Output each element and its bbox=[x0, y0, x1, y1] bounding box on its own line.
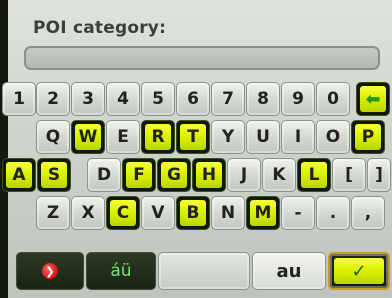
stop-icon: ❯ bbox=[42, 263, 58, 279]
key-a[interactable]: A bbox=[2, 158, 36, 192]
key-2[interactable]: 2 bbox=[36, 82, 70, 116]
key-6[interactable]: 6 bbox=[176, 82, 210, 116]
key-4[interactable]: 4 bbox=[106, 82, 140, 116]
key-comma[interactable]: , bbox=[351, 196, 385, 230]
abc-switch-button[interactable]: au bbox=[252, 252, 326, 290]
key-period[interactable]: . bbox=[316, 196, 350, 230]
keyboard-row-qwerty: Q W E R T Y U I O P bbox=[0, 120, 392, 156]
accent-keyboard-button[interactable]: áü bbox=[86, 252, 156, 290]
keyboard-row-asdf: A S D F G H J K L [ ] bbox=[0, 158, 392, 194]
cancel-button[interactable]: ❯ bbox=[16, 252, 84, 290]
backspace-icon: ⬅ bbox=[360, 86, 386, 112]
key-7[interactable]: 7 bbox=[211, 82, 245, 116]
key-8[interactable]: 8 bbox=[246, 82, 280, 116]
key-l[interactable]: L bbox=[297, 158, 331, 192]
key-x[interactable]: X bbox=[71, 196, 105, 230]
key-i[interactable]: I bbox=[281, 120, 315, 154]
key-hyphen[interactable]: - bbox=[281, 196, 315, 230]
key-bracket-left[interactable]: [ bbox=[332, 158, 366, 192]
key-f[interactable]: F bbox=[122, 158, 156, 192]
space-button[interactable] bbox=[158, 252, 250, 290]
keyboard-row-zxcv: Z X C V B N M - . , bbox=[0, 196, 392, 232]
key-0[interactable]: 0 bbox=[316, 82, 350, 116]
key-bracket-right[interactable]: ] bbox=[367, 158, 391, 192]
keyboard-row-digits: 1 2 3 4 5 6 7 8 9 0 ⬅ bbox=[0, 82, 392, 118]
key-n[interactable]: N bbox=[211, 196, 245, 230]
poi-category-input[interactable] bbox=[24, 46, 380, 70]
keyboard-row-controls: ❯ áü au ✓ bbox=[0, 252, 392, 292]
backspace-button[interactable]: ⬅ bbox=[356, 82, 390, 116]
key-v[interactable]: V bbox=[141, 196, 175, 230]
key-1[interactable]: 1 bbox=[2, 82, 36, 116]
key-m[interactable]: M bbox=[246, 196, 280, 230]
key-p[interactable]: P bbox=[351, 120, 385, 154]
key-j[interactable]: J bbox=[227, 158, 261, 192]
key-s[interactable]: S bbox=[37, 158, 71, 192]
key-5[interactable]: 5 bbox=[141, 82, 175, 116]
key-9[interactable]: 9 bbox=[281, 82, 315, 116]
key-e[interactable]: E bbox=[106, 120, 140, 154]
key-g[interactable]: G bbox=[157, 158, 191, 192]
key-z[interactable]: Z bbox=[36, 196, 70, 230]
poi-keyboard-screen: POI category: 1 2 3 4 5 6 7 8 9 0 ⬅ Q W … bbox=[0, 0, 392, 298]
key-k[interactable]: K bbox=[262, 158, 296, 192]
key-r[interactable]: R bbox=[141, 120, 175, 154]
key-3[interactable]: 3 bbox=[71, 82, 105, 116]
key-y[interactable]: Y bbox=[211, 120, 245, 154]
key-w[interactable]: W bbox=[71, 120, 105, 154]
key-b[interactable]: B bbox=[176, 196, 210, 230]
checkmark-icon: ✓ bbox=[334, 258, 384, 284]
confirm-button[interactable]: ✓ bbox=[328, 252, 390, 290]
key-c[interactable]: C bbox=[106, 196, 140, 230]
key-d[interactable]: D bbox=[87, 158, 121, 192]
key-q[interactable]: Q bbox=[36, 120, 70, 154]
key-t[interactable]: T bbox=[176, 120, 210, 154]
page-title: POI category: bbox=[33, 18, 167, 38]
key-h[interactable]: H bbox=[192, 158, 226, 192]
key-u[interactable]: U bbox=[246, 120, 280, 154]
key-o[interactable]: O bbox=[316, 120, 350, 154]
